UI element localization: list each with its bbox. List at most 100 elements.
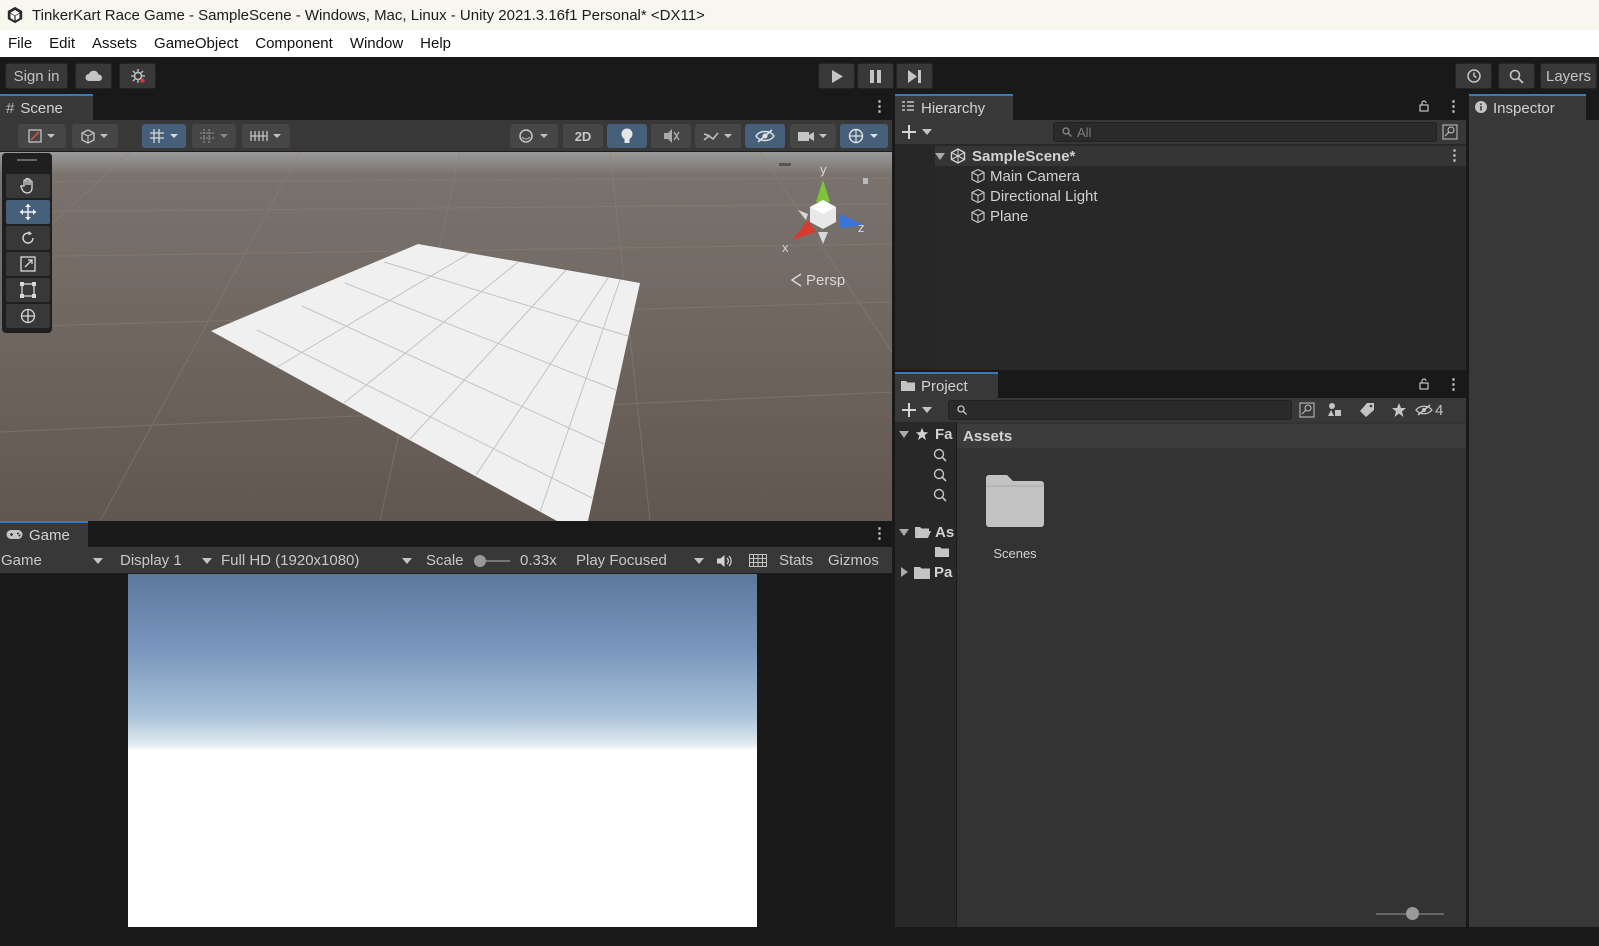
hierarchy-item-main-camera[interactable]: Main Camera (970, 166, 1080, 186)
filter-by-type-icon[interactable] (1327, 402, 1343, 418)
scene-row-menu-icon[interactable]: ⋮ (1447, 148, 1462, 163)
hierarchy-item-directional-light[interactable]: Directional Light (970, 186, 1098, 206)
hidden-objects-toggle[interactable] (745, 124, 785, 148)
saved-search-icon[interactable] (933, 448, 947, 462)
search-scope-icon[interactable] (1299, 402, 1315, 418)
projection-label[interactable]: Persp (806, 272, 845, 287)
game-view-render[interactable] (128, 574, 757, 927)
menu-window[interactable]: Window (342, 35, 412, 52)
effects-dropdown[interactable] (695, 124, 741, 148)
overlay-drag-handle[interactable] (17, 159, 37, 161)
tab-hierarchy[interactable]: Hierarchy (895, 94, 1013, 120)
folder-icon[interactable] (935, 546, 949, 557)
hand-tool[interactable] (6, 174, 50, 198)
game-menu-icon[interactable]: ⋮ (872, 526, 887, 541)
scene-toolbar: 2D (0, 120, 892, 152)
tab-game-label: Game (29, 526, 70, 544)
move-arrows-icon (20, 204, 36, 220)
folder-icon (914, 566, 930, 579)
layers-dropdown[interactable]: Layers (1540, 63, 1597, 89)
tree-assets[interactable]: As (899, 522, 954, 542)
play-button[interactable] (818, 63, 855, 89)
project-create-dropdown[interactable] (902, 401, 936, 419)
rotate-tool[interactable] (6, 226, 50, 250)
lock-icon[interactable] (1419, 100, 1429, 112)
undo-history-button[interactable] (1455, 63, 1492, 89)
inspector-tab-bar: Inspector (1469, 94, 1599, 120)
display-dropdown[interactable]: Display 1 (120, 547, 212, 574)
increment-snap-dropdown[interactable] (192, 124, 236, 148)
audio-toggle[interactable] (651, 124, 691, 148)
menu-gameobject[interactable]: GameObject (146, 35, 247, 52)
scale-slider[interactable] (474, 547, 512, 574)
hierarchy-list-icon (901, 100, 915, 117)
pause-button[interactable] (857, 63, 894, 89)
search-scope-icon[interactable] (1442, 124, 1458, 140)
expand-arrow-icon[interactable] (935, 152, 945, 160)
2d-toggle-button[interactable]: 2D (563, 124, 603, 148)
hierarchy-menu-icon[interactable]: ⋮ (1446, 99, 1461, 114)
rect-tool[interactable] (6, 278, 50, 302)
tree-packages[interactable]: Pa (899, 562, 952, 582)
gizmo-lock-icon[interactable] (863, 178, 868, 184)
cloud-button[interactable] (75, 63, 112, 89)
menu-edit[interactable]: Edit (41, 35, 84, 52)
menu-assets[interactable]: Assets (84, 35, 146, 52)
scene-root-row[interactable]: SampleScene* ⋮ (935, 146, 1466, 166)
camera-settings-dropdown[interactable] (790, 124, 836, 148)
saved-search-icon[interactable] (933, 468, 947, 482)
tab-game[interactable]: Game (0, 521, 88, 547)
lock-icon[interactable] (1419, 378, 1429, 390)
scene-menu-icon[interactable]: ⋮ (872, 99, 887, 114)
collab-button[interactable] (119, 63, 156, 89)
asset-folder-scenes[interactable]: Scenes (975, 470, 1055, 566)
stats-button[interactable]: Stats (779, 547, 813, 574)
hierarchy-item-plane[interactable]: Plane (970, 206, 1028, 226)
lighting-toggle[interactable] (607, 124, 647, 148)
tab-scene[interactable]: # Scene (0, 94, 93, 120)
rotate-icon (22, 231, 34, 244)
sign-in-button[interactable]: Sign in (5, 63, 68, 89)
game-view-dropdown[interactable]: Game (1, 547, 105, 574)
scene-viewport[interactable] (0, 152, 892, 521)
hidden-packages-toggle[interactable]: 4 (1415, 401, 1443, 419)
menu-help[interactable]: Help (412, 35, 460, 52)
play-mode-dropdown[interactable]: Play Focused (576, 547, 706, 574)
grid-snap-toggle[interactable] (142, 124, 186, 148)
filter-by-label-icon[interactable] (1359, 402, 1375, 418)
saved-search-icon[interactable] (933, 488, 947, 502)
tree-favorites[interactable]: Fa (899, 424, 953, 444)
favorite-star-icon[interactable] (1391, 402, 1407, 418)
menu-file[interactable]: File (0, 35, 41, 52)
resolution-dropdown[interactable]: Full HD (1920x1080) (221, 547, 413, 574)
ruler-snap-dropdown[interactable] (242, 124, 290, 148)
breadcrumb-assets[interactable]: Assets (963, 428, 1012, 445)
expand-arrow-icon[interactable] (899, 528, 909, 536)
project-menu-icon[interactable]: ⋮ (1446, 377, 1461, 392)
step-button[interactable] (896, 63, 933, 89)
keyboard-shortcuts-toggle[interactable] (749, 547, 767, 574)
tab-inspector[interactable]: Inspector (1469, 94, 1586, 120)
gizmos-dropdown[interactable] (840, 124, 888, 148)
gizmos-button[interactable]: Gizmos (828, 547, 879, 574)
orientation-gizmo[interactable]: y x z Persp (778, 162, 868, 287)
hierarchy-search-input[interactable]: All (1053, 122, 1437, 142)
icon-size-slider-thumb[interactable] (1406, 907, 1419, 920)
scale-slider-thumb[interactable] (474, 555, 486, 567)
folder-open-icon (915, 526, 931, 538)
menu-component[interactable]: Component (247, 35, 342, 52)
tab-project[interactable]: Project (895, 372, 998, 398)
project-search-input[interactable] (948, 400, 1292, 420)
scene-lighting-dropdown[interactable] (510, 124, 558, 148)
scale-tool[interactable] (6, 252, 50, 276)
search-button[interactable] (1498, 63, 1535, 89)
shading-dropdown[interactable] (72, 124, 118, 148)
expand-arrow-icon[interactable] (899, 430, 909, 438)
draw-mode-dropdown[interactable] (18, 124, 66, 148)
create-dropdown[interactable] (902, 123, 936, 141)
move-tool[interactable] (6, 200, 50, 224)
transform-icon (20, 308, 36, 324)
collapse-arrow-icon[interactable] (901, 567, 908, 577)
transform-tool[interactable] (6, 304, 50, 328)
mute-audio-toggle[interactable] (716, 547, 732, 574)
